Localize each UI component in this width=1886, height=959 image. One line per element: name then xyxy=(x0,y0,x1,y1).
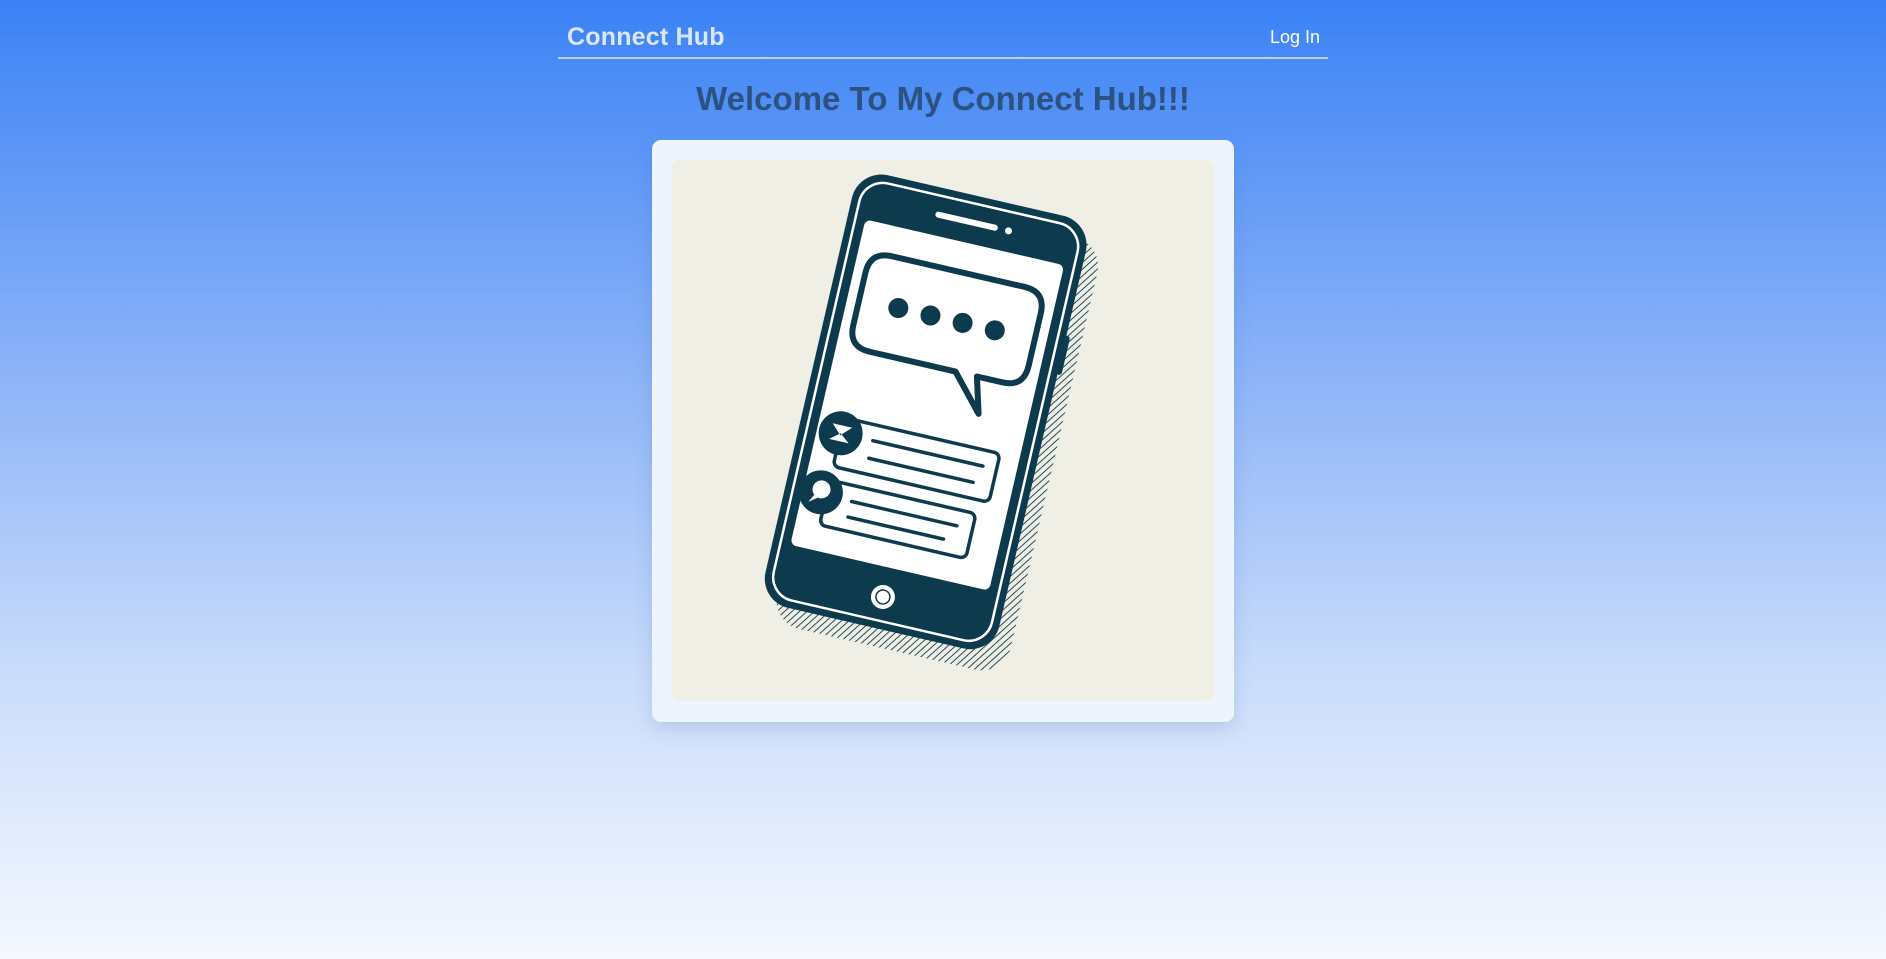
top-navbar: Connect Hub Log In xyxy=(558,14,1328,59)
page-title: Welcome To My Connect Hub!!! xyxy=(696,80,1190,117)
brand-logo-text[interactable]: Connect Hub xyxy=(567,23,725,52)
smartphone-chat-illustration-icon xyxy=(764,174,1099,671)
login-link[interactable]: Log In xyxy=(1270,27,1320,48)
hero-card xyxy=(652,140,1234,722)
hero-illustration xyxy=(672,160,1214,701)
